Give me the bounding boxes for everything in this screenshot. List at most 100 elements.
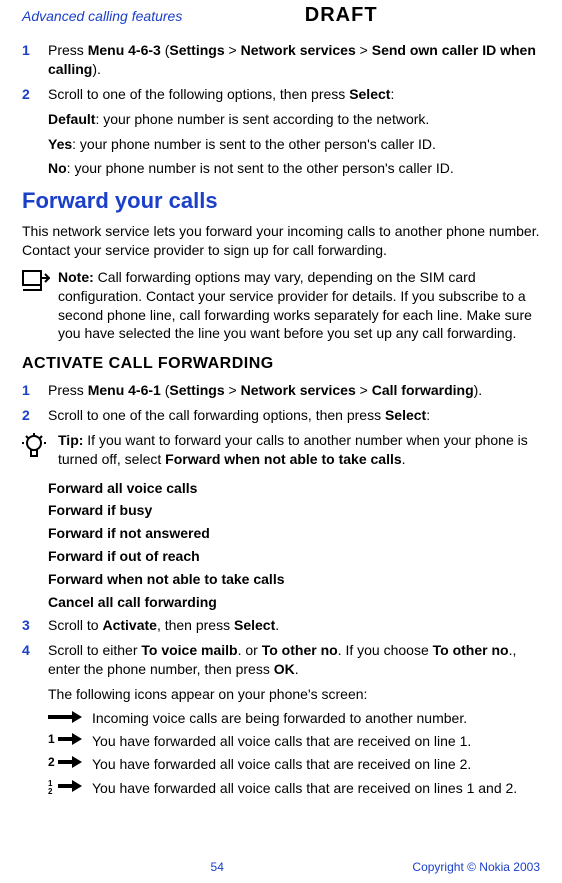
icon-row: 12 You have forwarded all voice calls th… xyxy=(48,778,540,799)
text: ). xyxy=(92,61,101,77)
forward-option: Forward if busy xyxy=(48,501,540,520)
step-number: 1 xyxy=(22,41,48,79)
step-number: 2 xyxy=(22,406,48,425)
option-line: No: your phone number is not sent to the… xyxy=(48,159,540,178)
tip-block: Tip: If you want to forward your calls t… xyxy=(22,431,540,469)
label: OK xyxy=(274,661,295,677)
text: You have forwarded all voice calls that … xyxy=(92,779,540,798)
step-number: 1 xyxy=(22,381,48,400)
text: : your phone number is not sent to the o… xyxy=(67,160,454,176)
text: : your phone number is sent according to… xyxy=(95,111,429,127)
text: , then press xyxy=(157,617,234,633)
step-row: 2 Scroll to one of the call forwarding o… xyxy=(22,406,540,425)
step-row: 3 Scroll to Activate, then press Select. xyxy=(22,616,540,635)
text: You have forwarded all voice calls that … xyxy=(92,732,540,751)
text: . or xyxy=(238,642,262,658)
text: Call forwarding options may vary, depend… xyxy=(58,269,532,342)
step-row: 1 Press Menu 4-6-3 (Settings > Network s… xyxy=(22,41,540,79)
text: You have forwarded all voice calls that … xyxy=(92,755,540,774)
text: . xyxy=(295,661,299,677)
text: > xyxy=(356,42,372,58)
text: Scroll to xyxy=(48,617,102,633)
tip-icon xyxy=(22,431,58,469)
text: Incoming voice calls are being forwarded… xyxy=(92,709,540,728)
step-body: Scroll to either To voice mailb. or To o… xyxy=(48,641,540,679)
label: Select xyxy=(349,86,390,102)
forward-option: Cancel all call forwarding xyxy=(48,593,540,612)
step-body: Scroll to Activate, then press Select. xyxy=(48,616,540,635)
menu-path: Menu 4-6-3 xyxy=(88,42,161,58)
label: No xyxy=(48,160,67,176)
forward-line2-icon: 2 xyxy=(48,755,92,774)
label: Network services xyxy=(241,42,356,58)
step-row: 4 Scroll to either To voice mailb. or To… xyxy=(22,641,540,679)
step-body: Scroll to one of the following options, … xyxy=(48,85,540,104)
note-body: Note: Call forwarding options may vary, … xyxy=(58,268,540,344)
note-block: Note: Call forwarding options may vary, … xyxy=(22,268,540,344)
text: Scroll to one of the call forwarding opt… xyxy=(48,407,385,423)
label: Call forwarding xyxy=(372,382,474,398)
label: To voice mailb xyxy=(141,642,237,658)
label: Default xyxy=(48,111,95,127)
option-line: Yes: your phone number is sent to the ot… xyxy=(48,135,540,154)
page-footer: 54 Copyright © Nokia 2003 xyxy=(22,859,540,875)
text: Scroll to either xyxy=(48,642,141,658)
label: To other no xyxy=(433,642,509,658)
tip-body: Tip: If you want to forward your calls t… xyxy=(58,431,540,469)
option-line: Default: your phone number is sent accor… xyxy=(48,110,540,129)
svg-text:2: 2 xyxy=(48,755,55,769)
text: ). xyxy=(474,382,483,398)
page-header: Advanced calling features DRAFT xyxy=(22,0,540,29)
label: Activate xyxy=(102,617,156,633)
text: : xyxy=(390,86,394,102)
step-row: 2 Scroll to one of the following options… xyxy=(22,85,540,104)
text: > xyxy=(225,382,241,398)
text: : your phone number is sent to the other… xyxy=(72,136,436,152)
label: Forward when not able to take calls xyxy=(165,451,402,467)
heading-activate: ACTIVATE CALL FORWARDING xyxy=(22,353,540,375)
forward-option: Forward when not able to take calls xyxy=(48,570,540,589)
intro-paragraph: This network service lets you forward yo… xyxy=(22,222,540,260)
text: Scroll to one of the following options, … xyxy=(48,86,349,102)
text: Press xyxy=(48,42,88,58)
step-number: 2 xyxy=(22,85,48,104)
note-label: Note: xyxy=(58,269,94,285)
icon-row: Incoming voice calls are being forwarded… xyxy=(48,709,540,728)
forward-icon xyxy=(48,709,92,728)
step-body: Press Menu 4-6-3 (Settings > Network ser… xyxy=(48,41,540,79)
tip-label: Tip: xyxy=(58,432,83,448)
heading-forward-calls: Forward your calls xyxy=(22,186,540,216)
text: : xyxy=(426,407,430,423)
step-body: Scroll to one of the call forwarding opt… xyxy=(48,406,540,425)
icon-row: 2 You have forwarded all voice calls tha… xyxy=(48,755,540,774)
label: Network services xyxy=(241,382,356,398)
draft-watermark: DRAFT xyxy=(142,2,540,29)
label: Select xyxy=(385,407,426,423)
step-body: Press Menu 4-6-1 (Settings > Network ser… xyxy=(48,381,540,400)
forward-option: Forward all voice calls xyxy=(48,479,540,498)
label: To other no xyxy=(262,642,338,658)
step-number: 3 xyxy=(22,616,48,635)
text: . xyxy=(402,451,406,467)
label: Yes xyxy=(48,136,72,152)
forward-line12-icon: 12 xyxy=(48,778,92,799)
icon-row: 1 You have forwarded all voice calls tha… xyxy=(48,732,540,751)
text: > xyxy=(356,382,372,398)
menu-path: Menu 4-6-1 xyxy=(88,382,161,398)
forward-option: Forward if out of reach xyxy=(48,547,540,566)
text: . If you choose xyxy=(338,642,433,658)
step-number: 4 xyxy=(22,641,48,679)
svg-text:2: 2 xyxy=(48,787,53,794)
label: Settings xyxy=(169,42,224,58)
text: > xyxy=(225,42,241,58)
copyright: Copyright © Nokia 2003 xyxy=(412,859,540,875)
text: . xyxy=(275,617,279,633)
svg-text:1: 1 xyxy=(48,732,55,746)
label: Settings xyxy=(169,382,224,398)
page-number: 54 xyxy=(211,859,224,875)
text: Press xyxy=(48,382,88,398)
icons-intro: The following icons appear on your phone… xyxy=(48,685,540,704)
label: Select xyxy=(234,617,275,633)
forward-option: Forward if not answered xyxy=(48,524,540,543)
step-row: 1 Press Menu 4-6-1 (Settings > Network s… xyxy=(22,381,540,400)
